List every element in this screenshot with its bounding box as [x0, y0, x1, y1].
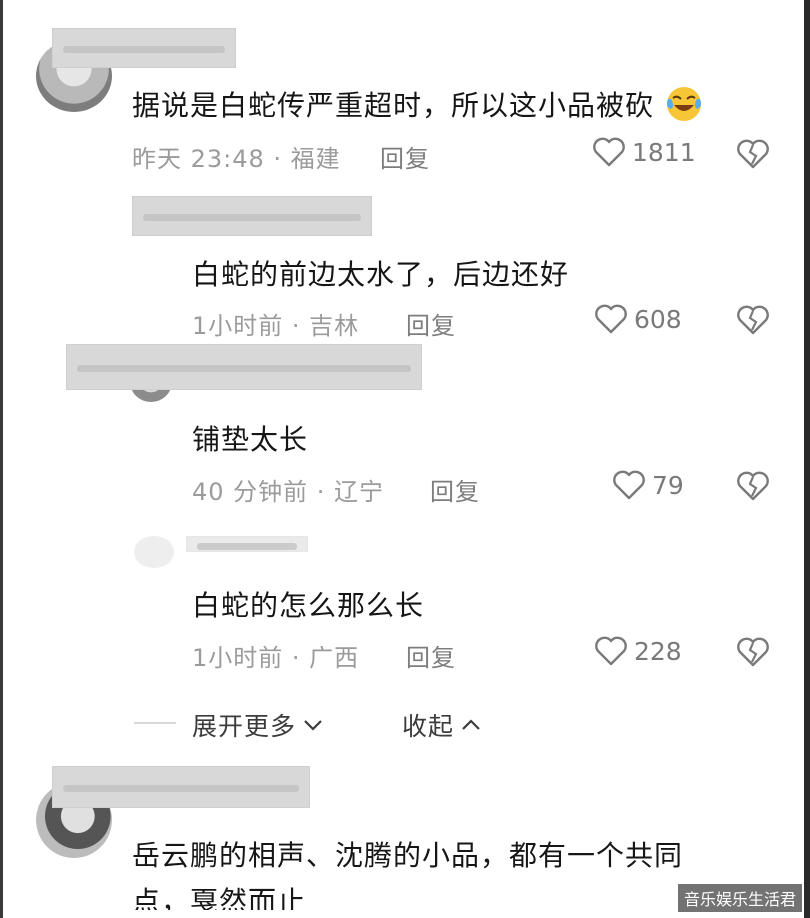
comment-time-location: 昨天 23:48 · 福建	[132, 145, 341, 173]
like-button[interactable]: 79	[612, 469, 684, 501]
heart-icon	[593, 137, 625, 167]
username-redaction	[66, 344, 422, 390]
broken-heart-icon	[737, 305, 769, 335]
reply-button[interactable]: 回复	[430, 472, 480, 507]
reply-button[interactable]: 回复	[406, 306, 456, 341]
username-redaction	[52, 28, 236, 68]
heart-icon	[595, 636, 627, 666]
expand-more-label: 展开更多	[192, 712, 297, 741]
dislike-button[interactable]	[736, 470, 770, 502]
like-button[interactable]: 608	[594, 303, 682, 335]
reply-text: 铺垫太长	[192, 423, 309, 456]
expand-more-button[interactable]: 展开更多	[192, 707, 324, 743]
heart-icon	[595, 304, 627, 334]
broken-heart-icon	[737, 139, 769, 169]
username-redaction	[132, 196, 372, 236]
like-count: 79	[652, 470, 684, 500]
comment-text: 岳云鹏的相声、沈腾的小品，都有一个共同	[132, 839, 684, 872]
avatar[interactable]	[134, 536, 174, 568]
reply-button[interactable]: 回复	[380, 139, 430, 174]
broken-heart-icon	[737, 471, 769, 501]
username-redaction	[52, 766, 310, 808]
watermark: 音乐娱乐生活君	[677, 884, 802, 912]
collapse-label: 收起	[402, 712, 455, 741]
dislike-button[interactable]	[736, 138, 770, 170]
laughing-crying-emoji-icon	[664, 85, 704, 130]
heart-icon	[613, 470, 645, 500]
reply-time-location: 1小时前 · 广西	[192, 644, 360, 672]
dislike-button[interactable]	[736, 304, 770, 336]
comment-text-line2: 点，戛然而止	[132, 885, 307, 910]
like-count: 1811	[632, 137, 696, 167]
chevron-down-icon	[304, 720, 322, 731]
reply-button[interactable]: 回复	[406, 638, 456, 673]
like-count: 608	[634, 304, 682, 334]
comment-text: 据说是白蛇传严重超时，所以这小品被砍	[132, 84, 704, 130]
reply-time-location: 1小时前 · 吉林	[192, 312, 360, 340]
broken-heart-icon	[737, 637, 769, 667]
collapse-button[interactable]: 收起	[402, 707, 482, 743]
dislike-button[interactable]	[736, 636, 770, 668]
chevron-up-icon	[462, 719, 480, 730]
reply-text: 白蛇的怎么那么长	[192, 589, 425, 622]
reply-text: 白蛇的前边太水了，后边还好	[192, 258, 570, 291]
like-count: 228	[634, 636, 682, 666]
left-border	[0, 0, 3, 918]
like-button[interactable]: 228	[594, 635, 682, 667]
reply-time-location: 40 分钟前 · 辽宁	[192, 478, 385, 506]
right-border	[804, 0, 810, 918]
expand-divider	[134, 722, 176, 724]
like-button[interactable]: 1811	[592, 136, 696, 168]
username-redaction	[186, 536, 308, 552]
